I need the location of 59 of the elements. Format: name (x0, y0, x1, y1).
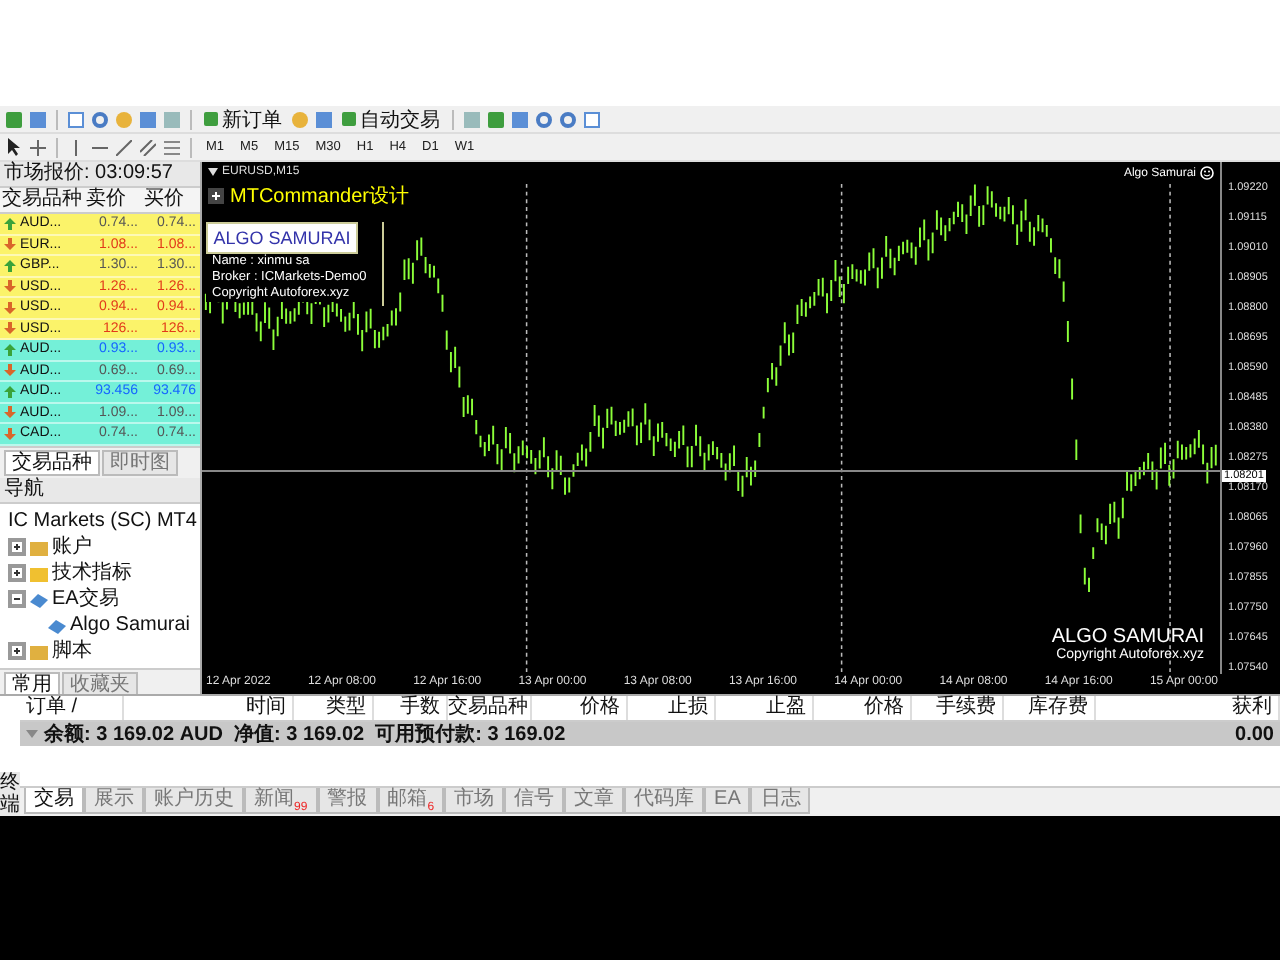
column-header[interactable]: 手续费 (912, 696, 1004, 720)
expand-toggle[interactable] (8, 537, 26, 555)
column-header[interactable]: 获利 (1096, 696, 1280, 720)
column-header[interactable]: 买价 (142, 188, 200, 212)
terminal-tab[interactable]: 市场 (444, 788, 505, 814)
tree-item[interactable]: Algo Samurai (70, 613, 191, 635)
balance-text: 余额: 3 169.02 AUD 净值: 3 169.02 可用预付款: 3 169.02 (44, 720, 566, 748)
tree-item[interactable]: EA交易 (52, 584, 119, 612)
column-header[interactable]: 价格 (814, 696, 912, 720)
column-header[interactable]: 类型 (294, 696, 374, 720)
tree-item[interactable]: 技术指标 (52, 558, 132, 586)
market-watch-title: 市场报价: 03:09:57 (0, 162, 200, 188)
smiley-icon[interactable] (1200, 166, 1214, 180)
panel-tab[interactable]: 收藏夹 (62, 671, 138, 697)
channel-icon[interactable] (138, 137, 158, 157)
column-header[interactable]: 止盈 (716, 696, 814, 720)
column-header[interactable]: 手数 (374, 696, 448, 720)
tree-item[interactable]: 脚本 (52, 636, 92, 664)
new-order-button[interactable]: 新订单 (200, 106, 286, 132)
terminal-tab[interactable]: 账户历史 (144, 788, 244, 814)
column-header[interactable]: 交易品种 (0, 188, 84, 212)
terminal-tab[interactable]: EA (704, 788, 751, 814)
panel-tab[interactable]: 即时图 (102, 449, 178, 475)
commander-label: MTCommander设计 (230, 183, 409, 210)
plus-icon[interactable] (208, 188, 224, 204)
expand-toggle[interactable] (8, 563, 26, 581)
triangle-icon (26, 730, 38, 738)
terminal-tab[interactable]: 信号 (504, 788, 565, 814)
terminal-tab[interactable]: 新闻$_{99}$ (244, 788, 318, 814)
column-header[interactable]: 订单 / (20, 696, 124, 720)
auto-trading-button[interactable]: 自动交易 (338, 106, 444, 132)
terminal-tab[interactable]: 展示 (84, 788, 144, 814)
terminal-tab[interactable]: 代码库 (624, 788, 705, 814)
panel-tab[interactable]: 常用 (4, 671, 60, 697)
profit-cell: 0.00 (1235, 723, 1274, 745)
cursor-icon[interactable] (4, 137, 24, 157)
column-header[interactable]: 库存费 (1004, 696, 1096, 720)
tree-item[interactable]: IC Markets (SC) MT4 (4, 507, 196, 533)
crosshair-icon[interactable] (28, 137, 48, 157)
terminal-tab[interactable]: 交易 (24, 788, 84, 814)
terminal-tab[interactable]: 警报 (317, 788, 378, 814)
caret-icon[interactable] (208, 168, 218, 176)
watermark-title: ALGO SAMURAI (1051, 626, 1204, 648)
info-title: ALGO SAMURAI (206, 222, 358, 254)
terminal-tab[interactable]: 邮箱$_{6}$ (377, 788, 445, 814)
terminal-tab[interactable]: 文章 (564, 788, 625, 814)
terminal-label: 终端 (0, 772, 20, 816)
column-header[interactable]: 卖价 (84, 188, 142, 212)
column-header[interactable]: 止损 (628, 696, 716, 720)
column-header[interactable]: 交易品种 (448, 696, 532, 720)
navigator-title: 导航 (0, 477, 200, 503)
trendline-icon[interactable] (114, 137, 134, 157)
expand-toggle[interactable] (8, 589, 26, 607)
expand-toggle[interactable] (8, 641, 26, 659)
terminal-tab[interactable]: 日志 (750, 788, 811, 814)
tree-item[interactable]: 账户 (52, 532, 92, 560)
panel-tab[interactable]: 交易品种 (4, 449, 100, 475)
column-header[interactable]: 价格 (532, 696, 628, 720)
column-header[interactable]: 时间 (124, 696, 294, 720)
